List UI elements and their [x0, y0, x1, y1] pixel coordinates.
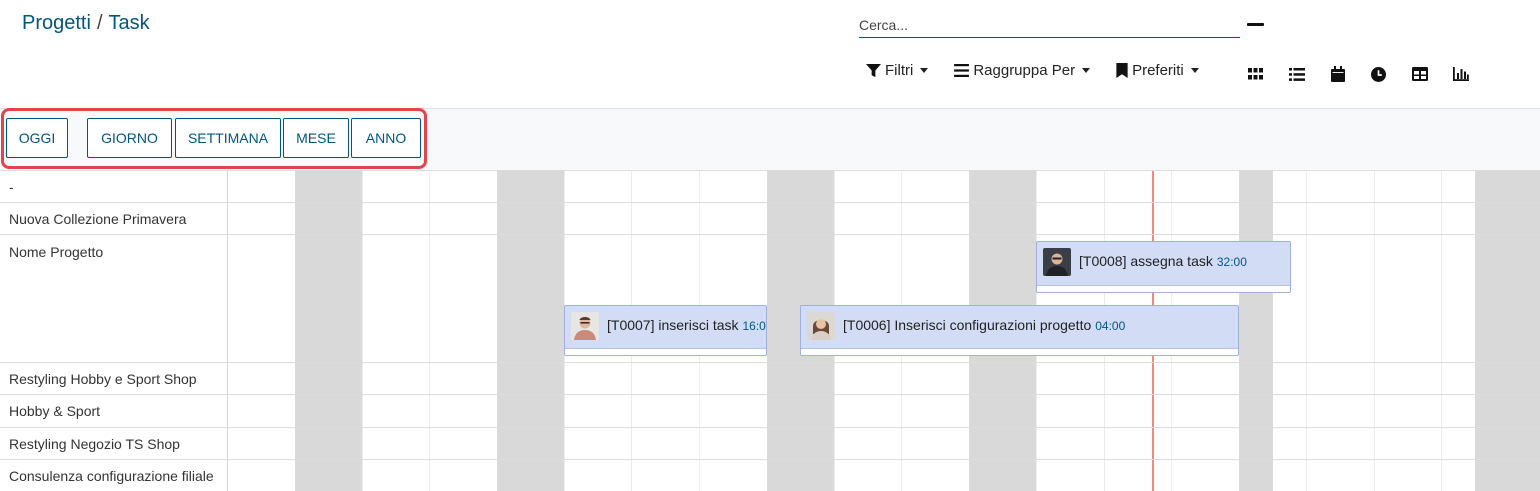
row-label: Restyling Negozio TS Shop: [9, 436, 180, 452]
favorites-button[interactable]: Preferiti: [1116, 62, 1199, 79]
bookmark-icon: [1116, 63, 1128, 78]
task-hours: 04:00: [1095, 319, 1126, 333]
row-label: Restyling Hobby e Sport Shop: [9, 371, 197, 387]
pivot-view-icon: [1411, 67, 1428, 81]
graph-view-button[interactable]: [1440, 63, 1481, 85]
row-divider: [0, 362, 1540, 363]
breadcrumb-projects-link[interactable]: Progetti: [22, 12, 91, 35]
task-title: [T0006] Inserisci configurazioni progett…: [843, 317, 1092, 333]
avatar: [571, 312, 599, 340]
minus-icon: [1246, 22, 1264, 26]
activity-view-icon: [1371, 66, 1386, 82]
gantt-chart: - Nuova Collezione Primavera Nome Proget…: [0, 170, 1540, 491]
row-divider: [0, 427, 1540, 428]
list-view-button[interactable]: [1276, 63, 1317, 85]
breadcrumb-current: Task: [108, 12, 150, 34]
search-input[interactable]: [859, 14, 1240, 36]
filter-icon: [866, 63, 881, 78]
row-label: Nuova Collezione Primavera: [9, 211, 187, 227]
caret-down-icon: [1190, 68, 1199, 73]
filters-label: Filtri: [885, 62, 914, 79]
weekend-column: [1475, 170, 1540, 491]
day-column: [362, 170, 363, 491]
task-progress-strip: [565, 348, 766, 355]
control-panel: Progetti / Task Filtri Raggruppa Per Pre…: [0, 0, 1540, 109]
caret-down-icon: [1082, 68, 1091, 73]
task-pill[interactable]: [T0007] inserisci task16:00: [564, 305, 767, 356]
row-divider: [0, 234, 1540, 235]
breadcrumb: Progetti / Task: [22, 12, 150, 35]
task-title: [T0008] assegna task: [1079, 253, 1213, 269]
day-column: [1441, 170, 1442, 491]
day-column: [429, 170, 430, 491]
calendar-view-icon: [1330, 66, 1345, 82]
caret-down-icon: [920, 68, 929, 73]
row-label: Nome Progetto: [9, 244, 104, 260]
row-label: Consulenza configurazione filiale: [9, 468, 214, 484]
task-title: [T0007] inserisci task: [607, 317, 739, 333]
avatar: [807, 312, 835, 340]
filters-button[interactable]: Filtri: [866, 62, 929, 79]
task-hours: 32:00: [1216, 255, 1247, 269]
row-divider: [0, 459, 1540, 460]
weekend-column: [295, 170, 362, 491]
favorites-label: Preferiti: [1132, 62, 1184, 79]
view-switcher: [1235, 63, 1481, 85]
groupby-button[interactable]: Raggruppa Per: [954, 62, 1091, 79]
kanban-view-button[interactable]: [1235, 63, 1276, 85]
day-column: [1374, 170, 1375, 491]
weekend-column: [1239, 170, 1273, 491]
task-pill[interactable]: [T0006] Inserisci configurazioni progett…: [800, 305, 1239, 356]
bars-icon: [954, 64, 970, 77]
row-label: Hobby & Sport: [9, 403, 101, 419]
task-progress-strip: [801, 348, 1238, 355]
avatar: [1043, 248, 1071, 276]
task-pill[interactable]: [T0008] assegna task 32:00: [1036, 241, 1291, 293]
search-box: [859, 14, 1240, 38]
row-divider: [0, 394, 1540, 395]
row-divider: [0, 170, 1540, 171]
calendar-view-button[interactable]: [1317, 63, 1358, 85]
day-column: [1306, 170, 1307, 491]
search-collapse-button[interactable]: [1246, 20, 1264, 28]
task-hours: 16:00: [742, 319, 767, 333]
label-column-border: [227, 170, 228, 491]
kanban-view-icon: [1248, 68, 1263, 80]
scale-buttons-highlight: [1, 108, 427, 169]
groupby-label: Raggruppa Per: [973, 62, 1076, 79]
activity-view-button[interactable]: [1358, 63, 1399, 85]
task-progress-strip: [1037, 285, 1290, 292]
pivot-view-button[interactable]: [1399, 63, 1440, 85]
row-label: -: [9, 179, 14, 195]
weekend-column: [497, 170, 564, 491]
search-options: Filtri Raggruppa Per Preferiti: [866, 62, 1199, 79]
graph-view-icon: [1452, 67, 1469, 81]
list-view-icon: [1288, 67, 1305, 81]
row-divider: [0, 202, 1540, 203]
breadcrumb-separator: /: [96, 12, 103, 34]
